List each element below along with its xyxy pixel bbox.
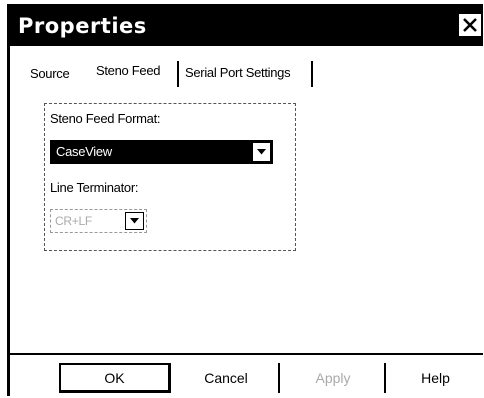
properties-dialog: Properties Source Steno Feed Serial Port…: [7, 4, 483, 396]
tab-divider: [311, 61, 313, 87]
close-button[interactable]: [457, 12, 483, 38]
steno-feed-format-value: CaseView: [56, 144, 112, 159]
chevron-down-icon: [130, 218, 139, 224]
steno-feed-format-select[interactable]: CaseView: [50, 140, 273, 164]
title-bar[interactable]: Properties: [10, 5, 483, 46]
close-icon: [463, 18, 477, 32]
tab-source[interactable]: Source: [30, 66, 70, 81]
button-bar-divider: [10, 353, 483, 355]
dialog-title: Properties: [18, 13, 147, 38]
line-terminator-label: Line Terminator:: [50, 180, 139, 195]
tab-steno-feed[interactable]: Steno Feed: [96, 63, 161, 78]
tab-strip: Source Steno Feed Serial Port Settings: [10, 61, 483, 89]
steno-feed-format-label: Steno Feed Format:: [50, 111, 161, 126]
format-dropdown-button[interactable]: [252, 142, 271, 162]
apply-button[interactable]: Apply: [282, 363, 386, 393]
help-button[interactable]: Help: [388, 363, 483, 393]
chevron-down-icon: [257, 149, 266, 155]
tab-divider: [177, 61, 179, 87]
cancel-button[interactable]: Cancel: [174, 363, 280, 393]
ok-button[interactable]: OK: [59, 363, 171, 393]
line-terminator-select[interactable]: CR+LF: [50, 209, 147, 233]
line-terminator-value: CR+LF: [55, 214, 92, 228]
terminator-dropdown-button[interactable]: [125, 212, 144, 230]
tab-serial-port-settings[interactable]: Serial Port Settings: [182, 65, 293, 80]
